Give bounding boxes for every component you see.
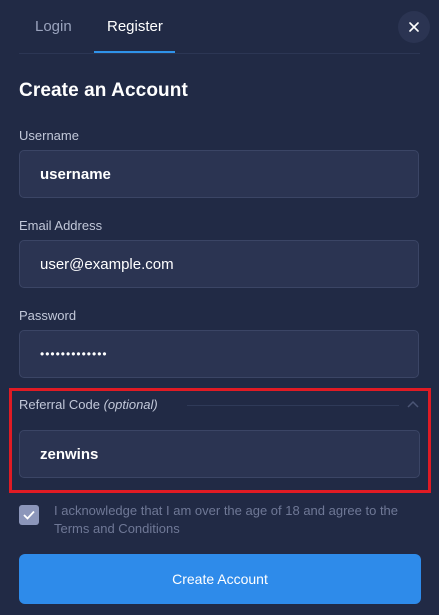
create-account-button[interactable]: Create Account xyxy=(19,554,421,604)
referral-divider xyxy=(187,405,399,406)
username-label: Username xyxy=(19,128,79,143)
page-title: Create an Account xyxy=(19,80,188,101)
referral-code-input[interactable] xyxy=(19,430,420,478)
chevron-up-icon xyxy=(407,400,419,408)
referral-toggle[interactable]: Referral Code (optional) xyxy=(19,396,419,414)
username-input[interactable] xyxy=(19,150,419,198)
close-button[interactable] xyxy=(398,11,430,43)
referral-label: Referral Code (optional) xyxy=(19,397,158,412)
password-label: Password xyxy=(19,308,77,323)
email-label: Email Address xyxy=(19,218,103,233)
age-terms-checkbox[interactable] xyxy=(19,505,39,525)
email-input[interactable] xyxy=(19,240,419,288)
password-input[interactable] xyxy=(19,330,419,378)
check-icon xyxy=(23,510,35,520)
age-terms-text: I acknowledge that I am over the age of … xyxy=(54,503,399,536)
tabs-divider xyxy=(19,53,420,54)
tab-register[interactable]: Register xyxy=(107,18,163,35)
tab-login[interactable]: Login xyxy=(35,18,72,35)
auth-tabs: Login Register xyxy=(0,0,439,54)
close-icon xyxy=(409,22,419,32)
